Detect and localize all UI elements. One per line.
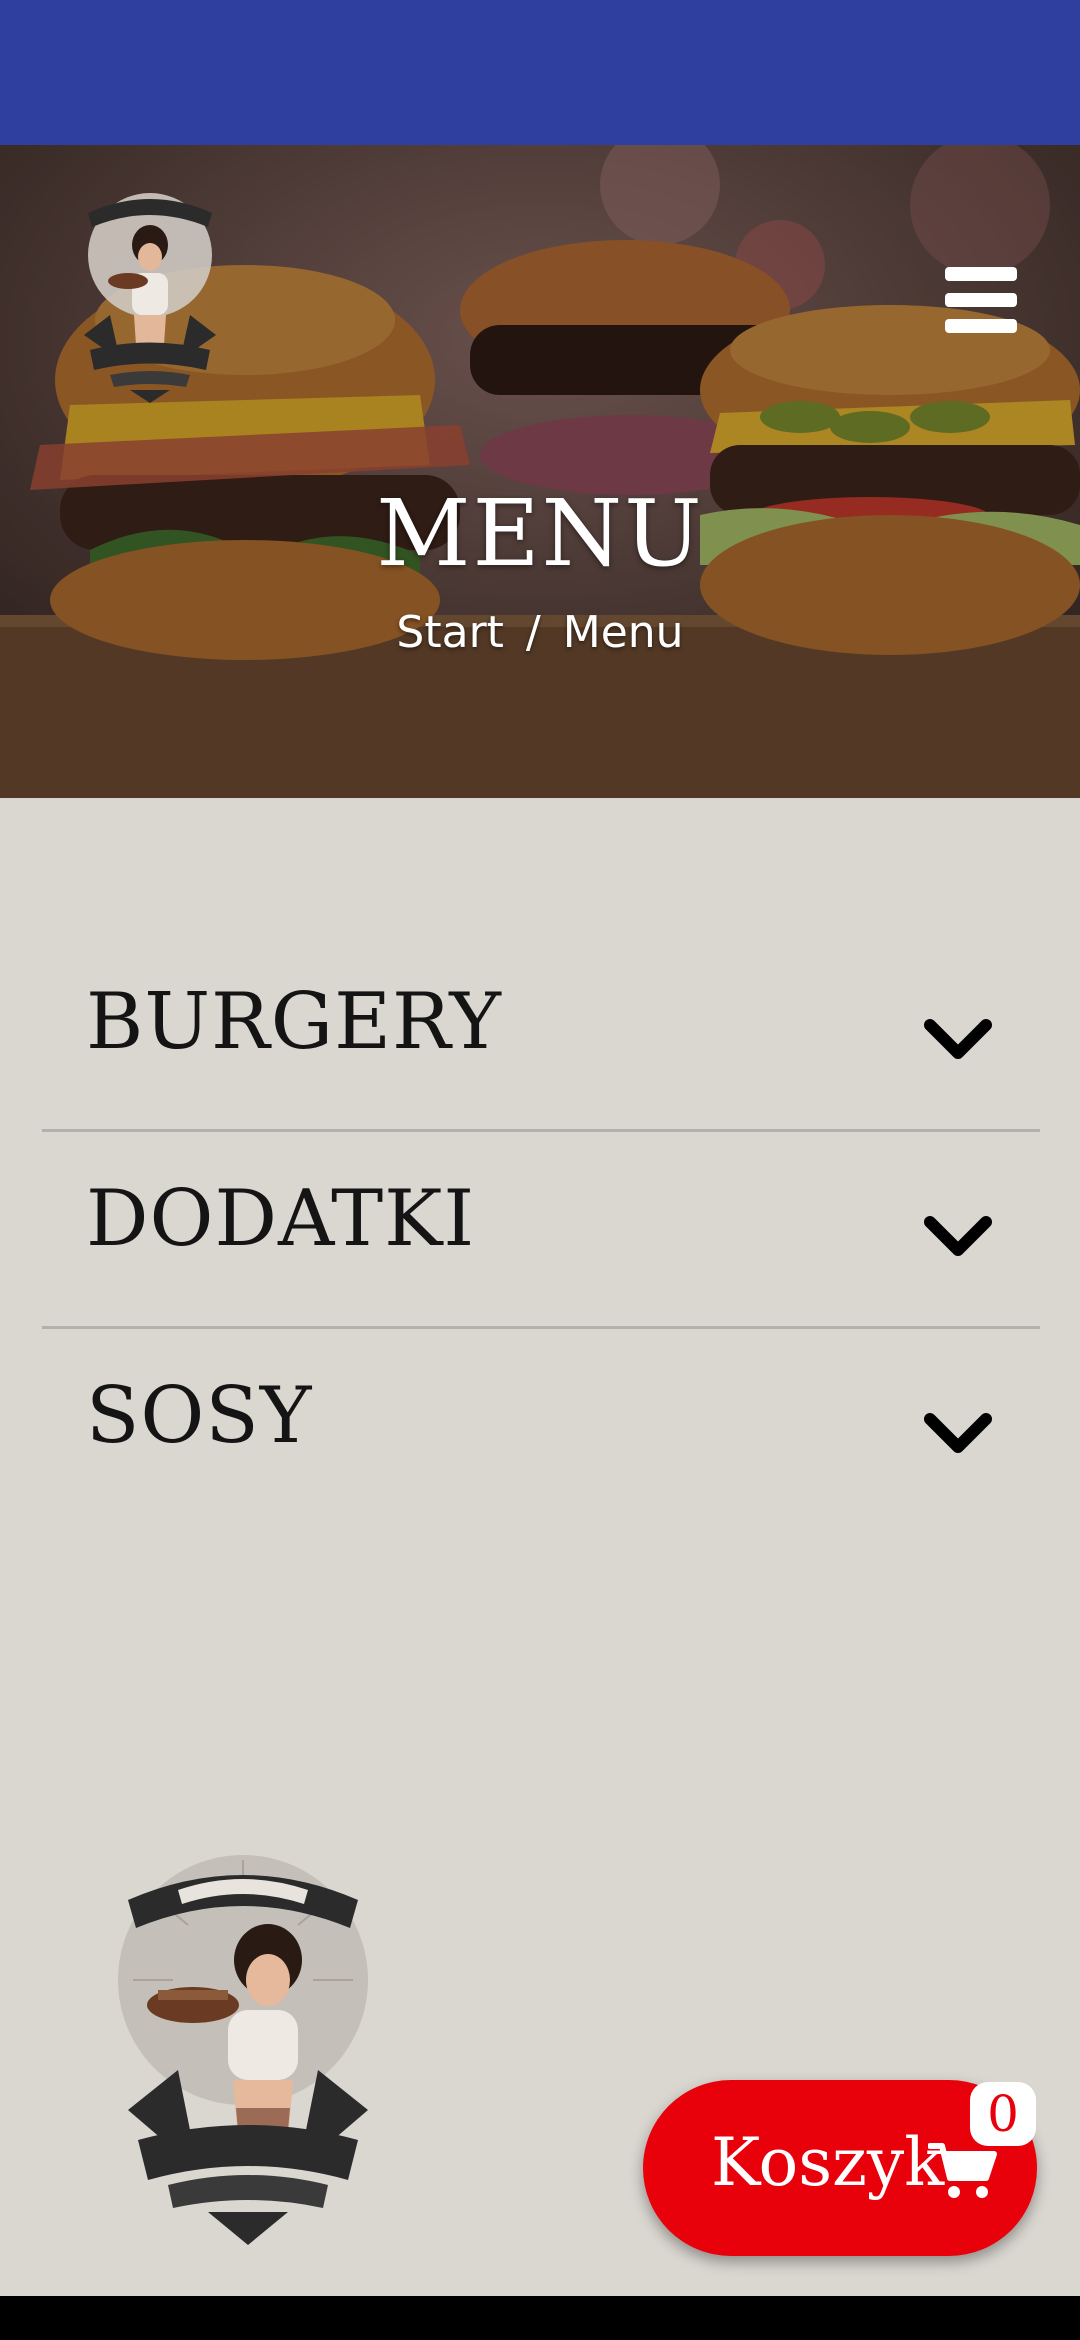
category-label: BURGERY (86, 977, 502, 1067)
category-sosy[interactable]: SOSY (42, 1329, 1040, 1523)
breadcrumb-separator: / (525, 607, 541, 658)
hamburger-menu-button[interactable] (940, 267, 1022, 333)
breadcrumb-home-link[interactable]: Start (396, 607, 504, 658)
category-burgery[interactable]: BURGERY (42, 935, 1040, 1132)
chevron-down-icon (924, 1019, 992, 1059)
breadcrumb-current: Menu (562, 607, 684, 658)
breadcrumb: Start / Menu (0, 607, 1080, 658)
shopping-cart-icon (928, 2143, 997, 2198)
status-bar (0, 0, 1080, 145)
cart-label: Koszyk (711, 2124, 945, 2201)
hero-banner: MENU Start / Menu (0, 145, 1080, 798)
category-label: SOSY (86, 1371, 313, 1461)
cart-count-badge: 0 (970, 2082, 1036, 2146)
chevron-down-icon (924, 1216, 992, 1256)
menu-category-accordion: BURGERY DODATKI SOSY (42, 935, 1040, 1523)
hamburger-icon (945, 267, 1017, 281)
chevron-down-icon (924, 1413, 992, 1453)
category-dodatki[interactable]: DODATKI (42, 1132, 1040, 1329)
page-title: MENU (376, 480, 704, 587)
american-burger-logo-small[interactable] (80, 185, 220, 405)
system-navigation-bar (0, 2296, 1080, 2340)
category-label: DODATKI (86, 1174, 476, 1264)
american-burger-logo (118, 1855, 368, 2245)
